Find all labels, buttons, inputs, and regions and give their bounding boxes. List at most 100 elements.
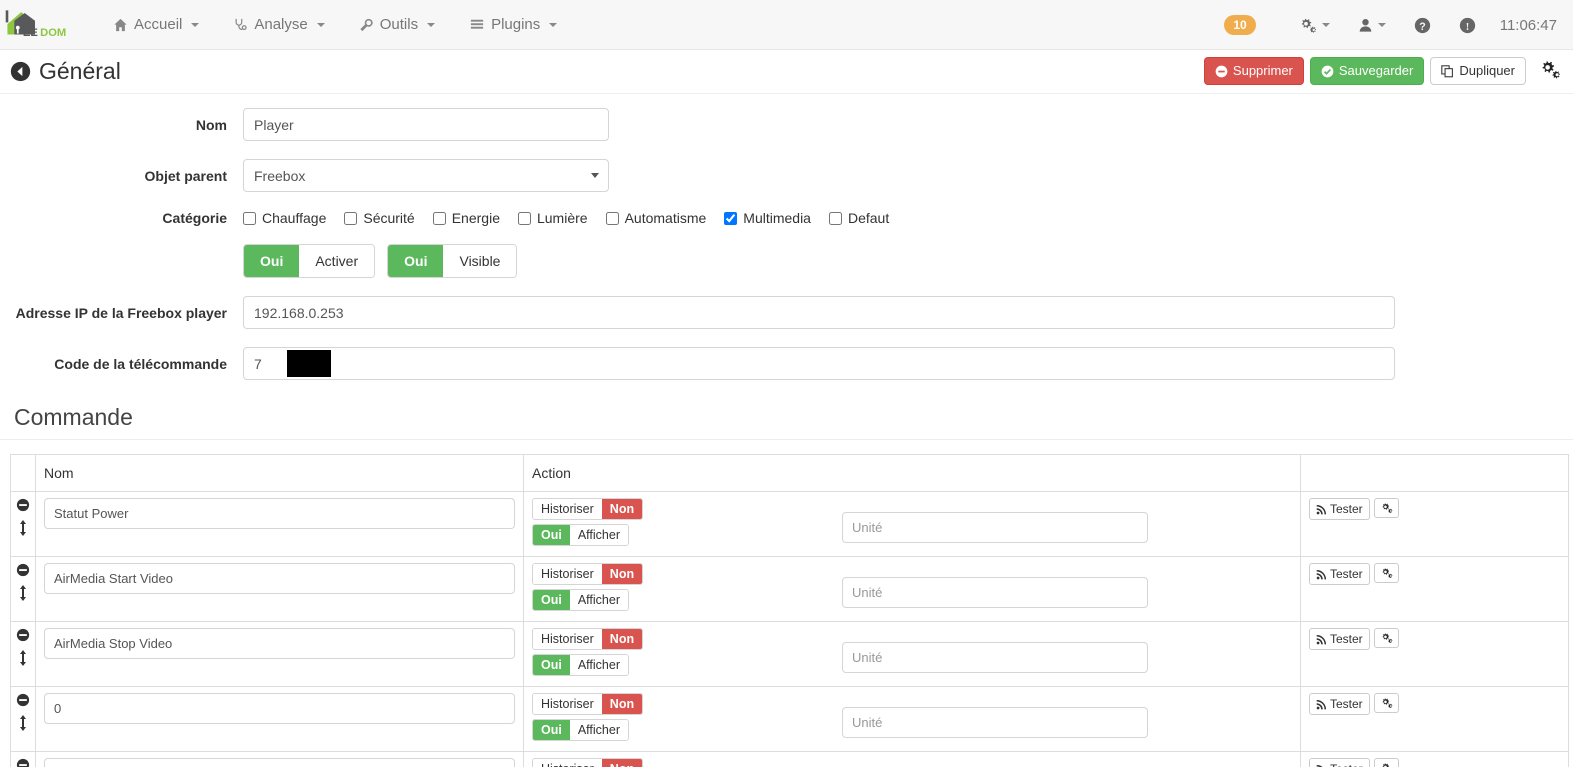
historiser-toggle[interactable]: Historiser Non xyxy=(532,628,644,650)
command-name-input[interactable] xyxy=(44,563,515,594)
categorie-checkbox-chauffage[interactable] xyxy=(243,211,256,225)
test-button[interactable]: Tester xyxy=(1309,693,1370,715)
nav-item-plugins[interactable]: Plugins xyxy=(452,0,574,50)
command-name-input[interactable] xyxy=(44,758,515,767)
command-name-input[interactable] xyxy=(44,628,515,659)
afficher-toggle[interactable]: Oui Afficher xyxy=(532,719,629,741)
historiser-toggle[interactable]: Historiser Non xyxy=(532,693,644,715)
historiser-value[interactable]: Non xyxy=(601,564,643,584)
svg-text:!: ! xyxy=(1465,21,1469,32)
cogs-icon xyxy=(1301,18,1316,33)
nom-input[interactable] xyxy=(243,108,609,141)
brand-logo[interactable]: EE DOM xyxy=(0,0,76,50)
afficher-label[interactable]: Afficher xyxy=(569,655,628,675)
command-name-input[interactable] xyxy=(44,693,515,724)
test-button[interactable]: Tester xyxy=(1309,758,1370,767)
nav-item-outils[interactable]: Outils xyxy=(342,0,452,50)
visible-toggle-on[interactable]: Oui xyxy=(388,245,444,277)
historiser-label[interactable]: Historiser xyxy=(533,759,602,767)
categorie-checkbox-securite[interactable] xyxy=(344,211,358,225)
navbar-info-button[interactable]: ! xyxy=(1445,17,1490,34)
unite-input[interactable] xyxy=(842,512,1148,543)
historiser-value[interactable]: Non xyxy=(601,629,643,649)
afficher-toggle[interactable]: Oui Afficher xyxy=(532,654,629,676)
afficher-value[interactable]: Oui xyxy=(533,525,570,545)
command-config-button[interactable] xyxy=(1373,498,1399,518)
page-config-button[interactable] xyxy=(1532,57,1563,85)
test-button[interactable]: Tester xyxy=(1309,498,1370,520)
historiser-label[interactable]: Historiser xyxy=(533,694,602,714)
historiser-label[interactable]: Historiser xyxy=(533,499,602,519)
unite-input[interactable] xyxy=(842,577,1148,608)
afficher-value[interactable]: Oui xyxy=(533,655,570,675)
visible-toggle[interactable]: Oui Visible xyxy=(387,244,518,278)
command-config-button[interactable] xyxy=(1373,563,1399,583)
categorie-checkbox-energie[interactable] xyxy=(432,211,446,225)
historiser-value[interactable]: Non xyxy=(601,694,643,714)
categorie-item-energie[interactable]: Energie xyxy=(432,210,500,226)
test-button[interactable]: Tester xyxy=(1309,563,1370,585)
afficher-toggle[interactable]: Oui Afficher xyxy=(532,524,629,546)
chevron-down-icon xyxy=(1321,23,1330,27)
command-config-button[interactable] xyxy=(1373,693,1399,713)
navbar-cogs-menu[interactable] xyxy=(1284,17,1344,34)
unite-input[interactable] xyxy=(842,707,1148,738)
nav-item-analyse-label: Analyse xyxy=(254,16,308,33)
objet-parent-select[interactable]: Freebox xyxy=(243,159,609,192)
unite-input[interactable] xyxy=(842,642,1148,673)
historiser-value[interactable]: Non xyxy=(601,499,643,519)
arrow-circle-left-icon[interactable] xyxy=(10,61,31,82)
afficher-label[interactable]: Afficher xyxy=(569,720,628,740)
duplicate-button[interactable]: Dupliquer xyxy=(1430,57,1526,85)
afficher-label[interactable]: Afficher xyxy=(569,525,628,545)
categorie-checkbox-automatisme[interactable] xyxy=(605,211,619,225)
afficher-value[interactable]: Oui xyxy=(533,720,570,740)
save-button[interactable]: Sauvegarder xyxy=(1309,57,1425,85)
reorder-handle-icon[interactable] xyxy=(15,649,31,670)
notification-count-badge[interactable]: 10 xyxy=(1224,15,1256,35)
test-button[interactable]: Tester xyxy=(1309,628,1370,650)
navbar-user-menu[interactable] xyxy=(1344,17,1400,33)
navbar-help-button[interactable]: ? xyxy=(1400,17,1445,34)
categorie-item-securite[interactable]: Sécurité xyxy=(344,210,415,226)
command-config-button[interactable] xyxy=(1373,758,1399,767)
section-divider xyxy=(0,439,1573,440)
historiser-value[interactable]: Non xyxy=(601,759,643,767)
historiser-toggle[interactable]: Historiser Non xyxy=(532,498,644,520)
activer-toggle[interactable]: Oui Activer xyxy=(243,244,376,278)
navbar-clock: 11:06:47 xyxy=(1499,16,1557,34)
categorie-item-automatisme[interactable]: Automatisme xyxy=(605,210,706,226)
categorie-item-defaut[interactable]: Defaut xyxy=(828,210,889,226)
afficher-toggle[interactable]: Oui Afficher xyxy=(532,589,629,611)
command-name-input[interactable] xyxy=(44,498,515,529)
ip-input[interactable] xyxy=(243,296,1395,329)
categorie-item-lumiere[interactable]: Lumière xyxy=(517,210,588,226)
nav-item-accueil[interactable]: Accueil xyxy=(96,0,216,50)
nav-item-analyse[interactable]: Analyse xyxy=(216,0,341,50)
remove-command-icon[interactable] xyxy=(15,628,31,645)
reorder-handle-icon[interactable] xyxy=(15,584,31,605)
categorie-checkbox-lumiere[interactable] xyxy=(517,211,531,225)
historiser-label[interactable]: Historiser xyxy=(533,629,602,649)
reorder-handle-icon[interactable] xyxy=(15,519,31,540)
historiser-toggle[interactable]: Historiser Non xyxy=(532,563,644,585)
historiser-toggle[interactable]: Historiser Non xyxy=(532,758,644,767)
categorie-item-chauffage[interactable]: Chauffage xyxy=(243,210,326,226)
activer-toggle-on[interactable]: Oui xyxy=(244,245,300,277)
categorie-checkbox-multimedia[interactable] xyxy=(724,211,738,225)
command-config-button[interactable] xyxy=(1373,628,1399,648)
code-input[interactable] xyxy=(243,347,1395,380)
afficher-label[interactable]: Afficher xyxy=(569,590,628,610)
categorie-checkbox-defaut[interactable] xyxy=(828,211,842,225)
delete-button[interactable]: Supprimer xyxy=(1203,57,1304,85)
historiser-label[interactable]: Historiser xyxy=(533,564,602,584)
afficher-value[interactable]: Oui xyxy=(533,590,570,610)
visible-toggle-label[interactable]: Visible xyxy=(443,245,517,277)
activer-toggle-label[interactable]: Activer xyxy=(299,245,375,277)
remove-command-icon[interactable] xyxy=(15,693,31,710)
reorder-handle-icon[interactable] xyxy=(15,714,31,735)
remove-command-icon[interactable] xyxy=(15,563,31,580)
categorie-item-multimedia[interactable]: Multimedia xyxy=(724,210,811,226)
remove-command-icon[interactable] xyxy=(15,498,31,515)
remove-command-icon[interactable] xyxy=(15,758,31,767)
